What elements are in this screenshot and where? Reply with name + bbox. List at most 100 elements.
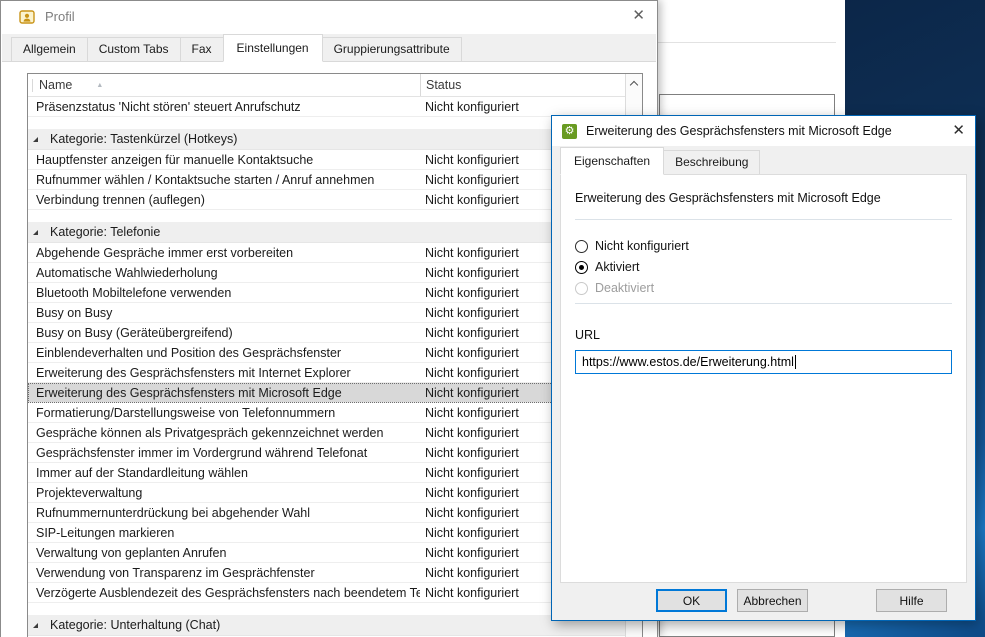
list-row[interactable]: Rufnummer wählen / Kontaktsuche starten … <box>28 170 625 190</box>
list-row[interactable]: Verwaltung von geplanten AnrufenNicht ko… <box>28 543 625 563</box>
url-input[interactable]: https://www.estos.de/Erweiterung.html <box>575 350 952 374</box>
setting-name: Formatierung/Darstellungsweise von Telef… <box>28 406 420 420</box>
category-label: Kategorie: Tastenkürzel (Hotkeys) <box>50 132 237 146</box>
url-value: https://www.estos.de/Erweiterung.html <box>582 355 794 369</box>
setting-name: Abgehende Gespräche immer erst vorbereit… <box>28 246 420 260</box>
dialog-titlebar: ⚙ Erweiterung des Gesprächsfensters mit … <box>552 116 975 146</box>
dialog-tab-page: Erweiterung des Gesprächsfensters mit Mi… <box>560 174 967 583</box>
row-gap <box>28 603 625 615</box>
settings-list-body: Präsenzstatus 'Nicht stören' steuert Anr… <box>28 97 625 636</box>
contact-card-icon <box>19 9 35 25</box>
category-label: Kategorie: Unterhaltung (Chat) <box>50 618 220 632</box>
radio-icon[interactable] <box>575 240 588 253</box>
list-row[interactable]: Rufnummernunterdrückung bei abgehender W… <box>28 503 625 523</box>
tab-custom-tabs[interactable]: Custom Tabs <box>87 37 181 61</box>
radio-aktiviert[interactable]: Aktiviert <box>575 260 952 274</box>
background-window-divider <box>658 42 836 43</box>
hilfe-button[interactable]: Hilfe <box>876 589 947 612</box>
setting-name: Projekteverwaltung <box>28 486 420 500</box>
setting-name: Verwaltung von geplanten Anrufen <box>28 546 420 560</box>
setting-name: Gespräche können als Privatgespräch geke… <box>28 426 420 440</box>
setting-name: Busy on Busy (Geräteübergreifend) <box>28 326 420 340</box>
category-row[interactable]: Kategorie: Telefonie <box>28 222 625 243</box>
list-row[interactable]: Verbindung trennen (auflegen)Nicht konfi… <box>28 190 625 210</box>
category-expanded-icon[interactable] <box>33 230 38 235</box>
radio-nicht-konfiguriert[interactable]: Nicht konfiguriert <box>575 239 952 253</box>
setting-name: Bluetooth Mobiltelefone verwenden <box>28 286 420 300</box>
setting-dialog: ⚙ Erweiterung des Gesprächsfensters mit … <box>551 115 976 621</box>
setting-name: Immer auf der Standardleitung wählen <box>28 466 420 480</box>
desktop: Profil ✕ AllgemeinCustom TabsFaxEinstell… <box>0 0 985 637</box>
list-row[interactable]: SIP-Leitungen markierenNicht konfigurier… <box>28 523 625 543</box>
setting-name: Erweiterung des Gesprächsfensters mit Mi… <box>28 386 420 400</box>
text-cursor <box>795 355 796 369</box>
category-label: Kategorie: Telefonie <box>50 225 160 239</box>
separator <box>575 303 952 304</box>
category-row[interactable]: Kategorie: Unterhaltung (Chat) <box>28 615 625 636</box>
column-header-status[interactable]: Status <box>420 74 625 96</box>
setting-description: Erweiterung des Gesprächsfensters mit Mi… <box>575 191 952 205</box>
category-expanded-icon[interactable] <box>33 137 38 142</box>
list-row[interactable]: Abgehende Gespräche immer erst vorbereit… <box>28 243 625 263</box>
column-header-status-label: Status <box>426 78 461 92</box>
row-gap <box>28 210 625 222</box>
column-header-name[interactable]: Name ▲ <box>28 74 420 96</box>
close-icon[interactable]: ✕ <box>952 121 965 141</box>
list-row[interactable]: ProjekteverwaltungNicht konfiguriert <box>28 483 625 503</box>
sort-ascending-icon: ▲ <box>96 82 103 89</box>
list-row[interactable]: Gesprächsfenster immer im Vordergrund wä… <box>28 443 625 463</box>
window-title: Profil <box>45 9 75 24</box>
setting-status: Nicht konfiguriert <box>420 100 625 114</box>
url-label: URL <box>575 328 952 342</box>
tab-gruppierungsattribute[interactable]: Gruppierungsattribute <box>322 37 462 61</box>
list-row[interactable]: Automatische WahlwiederholungNicht konfi… <box>28 263 625 283</box>
list-row[interactable]: Verzögerte Ausblendezeit des Gesprächsfe… <box>28 583 625 603</box>
radio-checked-icon[interactable] <box>575 261 588 274</box>
radio-label: Aktiviert <box>595 260 639 274</box>
list-row[interactable]: Bluetooth Mobiltelefone verwendenNicht k… <box>28 283 625 303</box>
radio-disabled-icon <box>575 282 588 295</box>
list-row[interactable]: Verwendung von Transparenz im Gesprächfe… <box>28 563 625 583</box>
ok-button[interactable]: OK <box>656 589 727 612</box>
list-row[interactable]: Erweiterung des Gesprächsfensters mit In… <box>28 363 625 383</box>
list-row[interactable]: Immer auf der Standardleitung wählenNich… <box>28 463 625 483</box>
chevron-up-icon <box>630 80 638 88</box>
profil-tabstrip: AllgemeinCustom TabsFaxEinstellungenGrup… <box>2 34 656 62</box>
dialog-title: Erweiterung des Gesprächsfensters mit Mi… <box>586 124 892 138</box>
tab-fax[interactable]: Fax <box>180 37 224 61</box>
setting-name: Gesprächsfenster immer im Vordergrund wä… <box>28 446 420 460</box>
settings-list-header: Name ▲ Status <box>28 74 625 97</box>
setting-name: Verzögerte Ausblendezeit des Gesprächsfe… <box>28 586 420 600</box>
setting-name: Busy on Busy <box>28 306 420 320</box>
list-row[interactable]: Busy on BusyNicht konfiguriert <box>28 303 625 323</box>
tab-einstellungen[interactable]: Einstellungen <box>223 34 323 62</box>
setting-name: Rufnummernunterdrückung bei abgehender W… <box>28 506 420 520</box>
close-icon[interactable]: ✕ <box>632 5 645 27</box>
list-row[interactable]: Einblendeverhalten und Position des Gesp… <box>28 343 625 363</box>
column-grip <box>32 79 33 92</box>
dialog-tabstrip: EigenschaftenBeschreibung <box>560 151 967 174</box>
radio-label: Nicht konfiguriert <box>595 239 689 253</box>
setting-name: Verwendung von Transparenz im Gesprächfe… <box>28 566 420 580</box>
radio-group: Nicht konfiguriert Aktiviert Deaktiviert <box>561 239 966 295</box>
tab-eigenschaften[interactable]: Eigenschaften <box>560 147 664 175</box>
setting-name: Präsenzstatus 'Nicht stören' steuert Anr… <box>28 100 420 114</box>
list-row[interactable]: Hauptfenster anzeigen für manuelle Konta… <box>28 150 625 170</box>
column-header-name-label: Name <box>39 78 72 92</box>
list-row[interactable]: Busy on Busy (Geräteübergreifend)Nicht k… <box>28 323 625 343</box>
scroll-up-button[interactable] <box>626 74 642 92</box>
tab-allgemein[interactable]: Allgemein <box>11 37 88 61</box>
category-row[interactable]: Kategorie: Tastenkürzel (Hotkeys) <box>28 129 625 150</box>
list-row[interactable]: Formatierung/Darstellungsweise von Telef… <box>28 403 625 423</box>
list-row[interactable]: Gespräche können als Privatgespräch geke… <box>28 423 625 443</box>
abbrechen-button[interactable]: Abbrechen <box>737 589 808 612</box>
list-row-selected[interactable]: Erweiterung des Gesprächsfensters mit Mi… <box>28 383 625 403</box>
setting-name: SIP-Leitungen markieren <box>28 526 420 540</box>
list-row[interactable]: Präsenzstatus 'Nicht stören' steuert Anr… <box>28 97 625 117</box>
separator <box>575 219 952 220</box>
setting-name: Automatische Wahlwiederholung <box>28 266 420 280</box>
profil-titlebar: Profil ✕ <box>1 1 657 32</box>
radio-deaktiviert: Deaktiviert <box>575 281 952 295</box>
category-expanded-icon[interactable] <box>33 623 38 628</box>
tab-beschreibung[interactable]: Beschreibung <box>663 150 760 174</box>
